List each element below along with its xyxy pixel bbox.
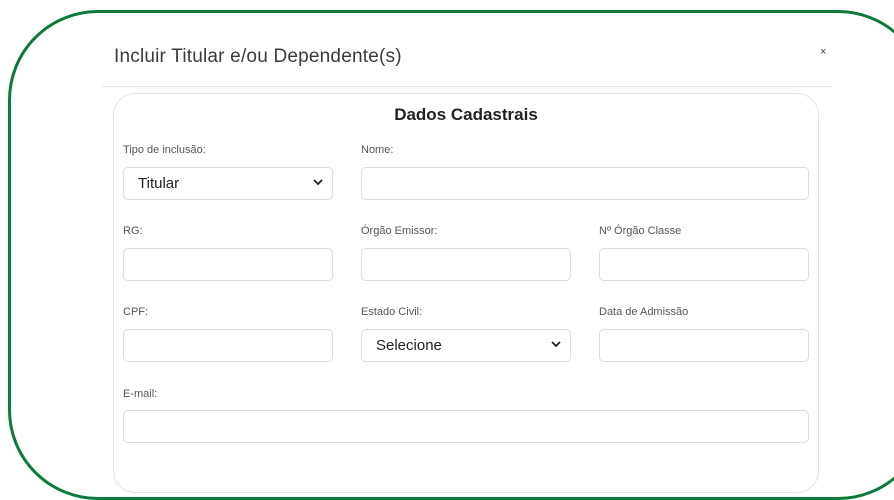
close-icon[interactable]: × — [820, 47, 826, 58]
orgao-emissor-label: Órgão Emissor: — [361, 225, 438, 237]
nome-input[interactable] — [361, 167, 809, 200]
chevron-down-icon — [313, 179, 323, 186]
title-divider — [102, 86, 832, 87]
tipo-inclusao-select[interactable]: Titular — [123, 167, 333, 200]
email-input[interactable] — [123, 410, 809, 443]
orgao-emissor-input[interactable] — [361, 248, 571, 281]
data-admissao-input[interactable] — [599, 329, 809, 362]
chevron-down-icon — [551, 341, 561, 348]
rg-label: RG: — [123, 225, 143, 237]
cpf-label: CPF: — [123, 306, 149, 318]
rg-input[interactable] — [123, 248, 333, 281]
data-admissao-label: Data de Admissão — [599, 306, 689, 318]
estado-civil-value: Selecione — [376, 337, 442, 354]
email-label: E-mail: — [123, 388, 158, 400]
nome-label: Nome: — [361, 144, 394, 156]
section-title: Dados Cadastrais — [394, 105, 538, 124]
orgao-classe-input[interactable] — [599, 248, 809, 281]
estado-civil-select[interactable]: Selecione — [361, 329, 571, 362]
tipo-inclusao-label: Tipo de inclusão: — [123, 144, 206, 156]
cpf-input[interactable] — [123, 329, 333, 362]
tipo-inclusao-value: Titular — [138, 175, 180, 192]
estado-civil-label: Estado Civil: — [361, 306, 423, 318]
orgao-classe-label: Nº Órgão Classe — [599, 225, 682, 237]
dialog-title: Incluir Titular e/ou Dependente(s) — [114, 46, 402, 67]
